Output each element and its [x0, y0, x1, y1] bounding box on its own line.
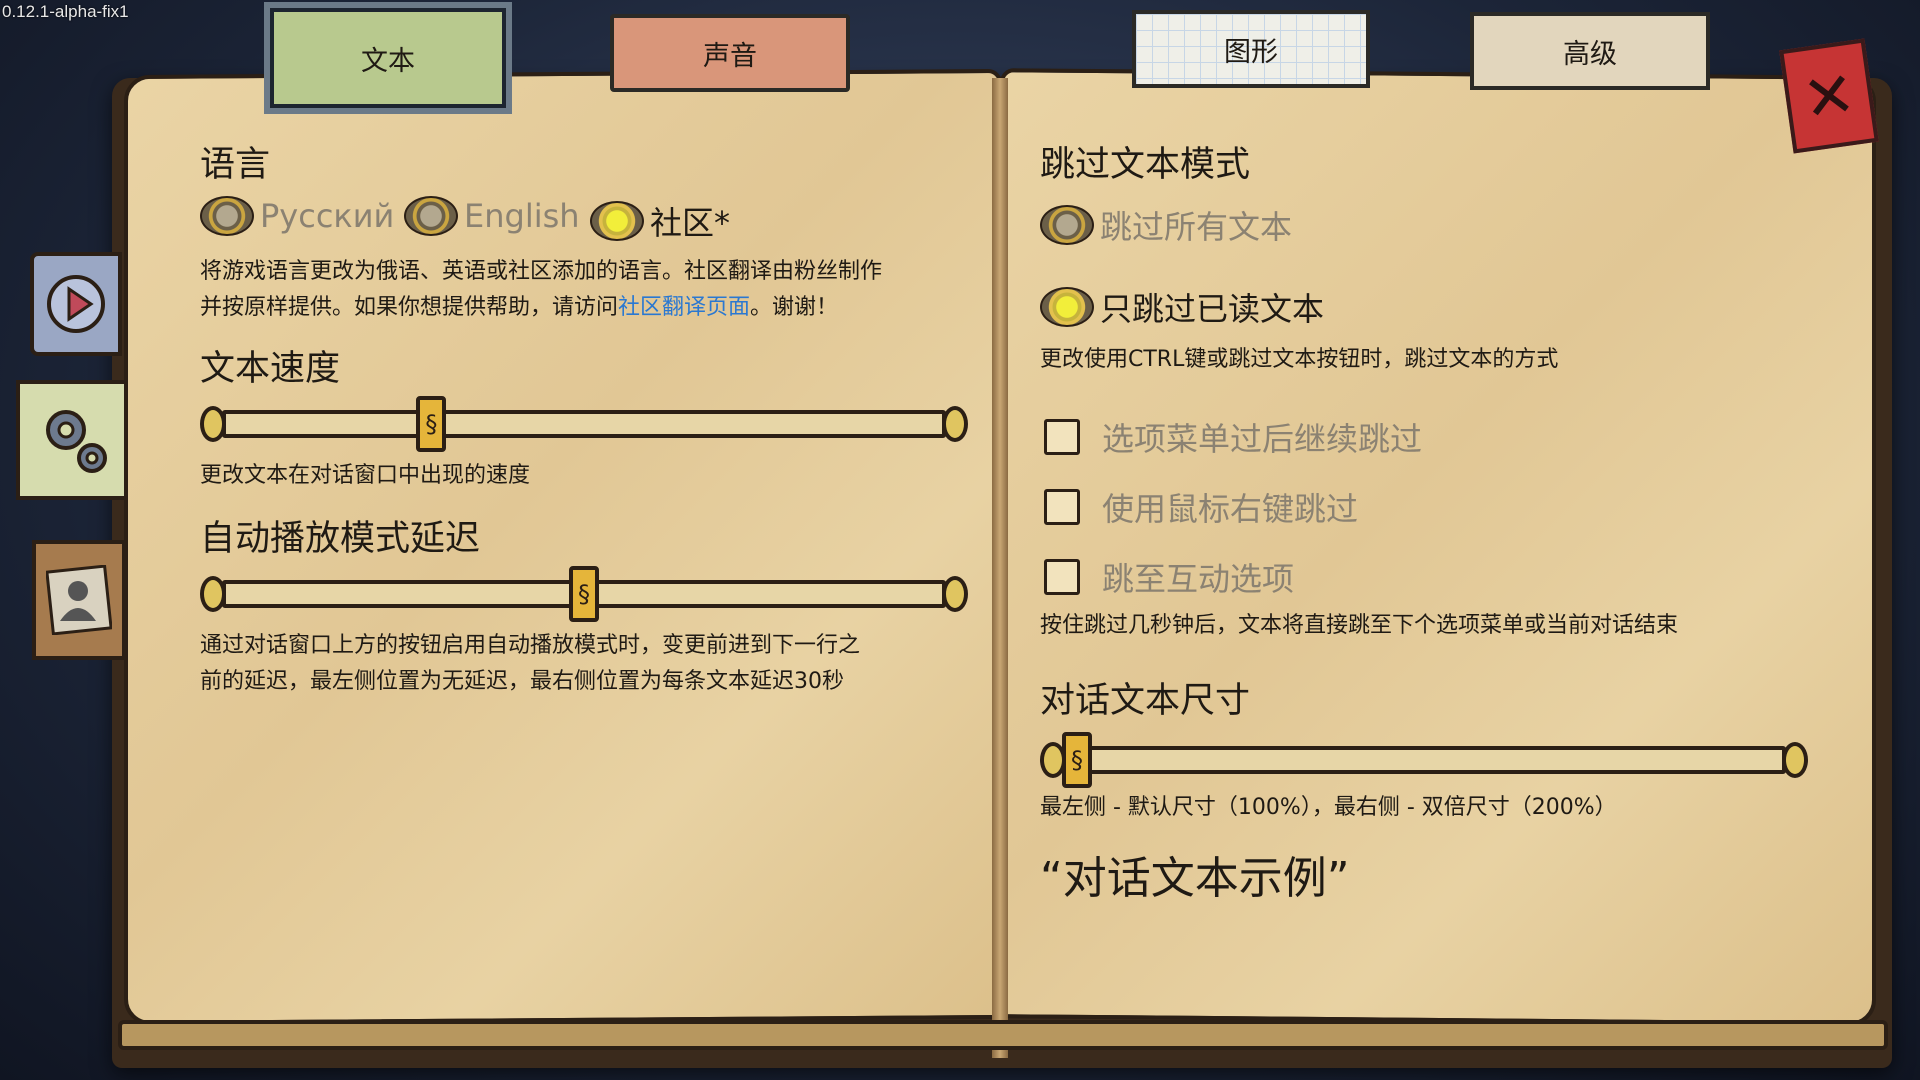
play-icon — [47, 275, 105, 333]
language-option-russian[interactable]: Русский — [200, 196, 394, 236]
radio-selected-icon — [590, 201, 644, 241]
skip-read-option[interactable]: 只跳过已读文本 — [1040, 284, 1324, 330]
skip-mode-heading: 跳过文本模式 — [1040, 145, 1251, 185]
tab-sound-label: 声音 — [703, 40, 757, 72]
skip-option-label: 跳过所有文本 — [1100, 208, 1293, 246]
book-bottom-edge — [118, 1020, 1888, 1050]
radio-selected-icon — [1040, 287, 1094, 327]
checkbox-box[interactable] — [1044, 559, 1080, 595]
version-label: 0.12.1-alpha-fix1 — [2, 2, 129, 21]
language-desc-line2: 并按原样提供。如果你想提供帮助，请访问社区翻译页面。谢谢！ — [200, 290, 980, 326]
radio-icon — [404, 196, 458, 236]
text-size-heading: 对话文本尺寸 — [1040, 681, 1251, 721]
tab-graphics[interactable]: 图形 — [1132, 10, 1370, 88]
book-spine — [992, 78, 1008, 1058]
slider-handle[interactable]: § — [416, 396, 447, 452]
autoplay-delay-slider[interactable]: § — [200, 566, 968, 622]
gears-icon — [46, 410, 107, 473]
tab-advanced[interactable]: 高级 — [1470, 12, 1710, 90]
slider-track — [1062, 746, 1786, 774]
checkbox-box[interactable] — [1044, 419, 1080, 455]
checkbox-label: 跳至互动选项 — [1102, 560, 1295, 598]
portrait-icon — [46, 565, 112, 635]
language-option-label: 社区* — [650, 204, 731, 242]
checkbox-continue-after-menu[interactable]: 选项菜单过后继续跳过 — [1044, 414, 1422, 460]
skip-option-label: 只跳过已读文本 — [1100, 290, 1325, 328]
side-tab-characters[interactable] — [32, 540, 126, 660]
text-speed-slider[interactable]: § — [200, 396, 968, 452]
checkbox-description: 按住跳过几秒钟后，文本将直接跳至下个选项菜单或当前对话结束 — [1040, 613, 1679, 638]
checkbox-box[interactable] — [1044, 489, 1080, 525]
slider-end-cap — [200, 576, 226, 612]
checkbox-label: 使用鼠标右键跳过 — [1102, 490, 1359, 528]
language-option-label: Русский — [260, 197, 395, 235]
tab-text-label: 文本 — [361, 45, 415, 77]
tab-graphics-label: 图形 — [1224, 36, 1278, 68]
slider-handle[interactable]: § — [1062, 732, 1092, 788]
checkbox-right-click-skip[interactable]: 使用鼠标右键跳过 — [1044, 484, 1358, 530]
radio-icon — [200, 196, 254, 236]
text-speed-description: 更改文本在对话窗口中出现的速度 — [200, 463, 531, 488]
text-size-description: 最左侧 - 默认尺寸（100%），最右侧 - 双倍尺寸（200%） — [1040, 795, 1617, 820]
autoplay-desc-line1: 通过对话窗口上方的按钮启用自动播放模式时，变更前进到下一行之 — [200, 633, 861, 658]
community-translation-link[interactable]: 社区翻译页面 — [618, 295, 750, 320]
slider-end-cap — [942, 576, 968, 612]
side-tab-play[interactable] — [30, 252, 122, 356]
language-option-english[interactable]: English — [404, 196, 580, 236]
language-description: 将游戏语言更改为俄语、英语或社区添加的语言。社区翻译由粉丝制作 并按原样提供。如… — [200, 254, 980, 326]
tab-sound[interactable]: 声音 — [610, 14, 850, 92]
text-size-slider[interactable]: § — [1040, 732, 1808, 788]
checkbox-skip-to-choices[interactable]: 跳至互动选项 — [1044, 554, 1294, 600]
slider-end-cap — [1782, 742, 1808, 778]
side-tab-settings[interactable] — [16, 380, 136, 500]
skip-all-option[interactable]: 跳过所有文本 — [1040, 202, 1292, 248]
tab-advanced-label: 高级 — [1563, 38, 1617, 70]
autoplay-desc-line2: 前的延迟，最左侧位置为无延迟，最右侧位置为每条文本延迟30秒 — [200, 669, 844, 694]
language-heading: 语言 — [200, 145, 271, 185]
language-desc-text: 并按原样提供。如果你想提供帮助，请访问 — [200, 295, 619, 320]
radio-icon — [1040, 205, 1094, 245]
slider-end-cap — [942, 406, 968, 442]
language-option-label: English — [464, 197, 580, 235]
autoplay-description: 通过对话窗口上方的按钮启用自动播放模式时，变更前进到下一行之 前的延迟，最左侧位… — [200, 628, 980, 700]
close-button[interactable]: ✕ — [1779, 38, 1879, 154]
checkbox-label: 选项菜单过后继续跳过 — [1102, 420, 1423, 458]
skip-mode-description: 更改使用CTRL键或跳过文本按钮时，跳过文本的方式 — [1040, 347, 1559, 372]
slider-handle[interactable]: § — [569, 566, 599, 622]
text-speed-heading: 文本速度 — [200, 349, 341, 389]
dialog-text-sample: “对话文本示例” — [1040, 853, 1350, 904]
slider-track — [222, 410, 946, 438]
language-option-community[interactable]: 社区* — [590, 198, 730, 244]
language-desc-line1: 将游戏语言更改为俄语、英语或社区添加的语言。社区翻译由粉丝制作 — [200, 259, 883, 284]
tab-text[interactable]: 文本 — [270, 8, 506, 108]
slider-end-cap — [200, 406, 226, 442]
close-icon: ✕ — [1798, 56, 1860, 136]
autoplay-delay-heading: 自动播放模式延迟 — [200, 519, 481, 559]
language-desc-text-end: 。谢谢！ — [750, 295, 839, 320]
